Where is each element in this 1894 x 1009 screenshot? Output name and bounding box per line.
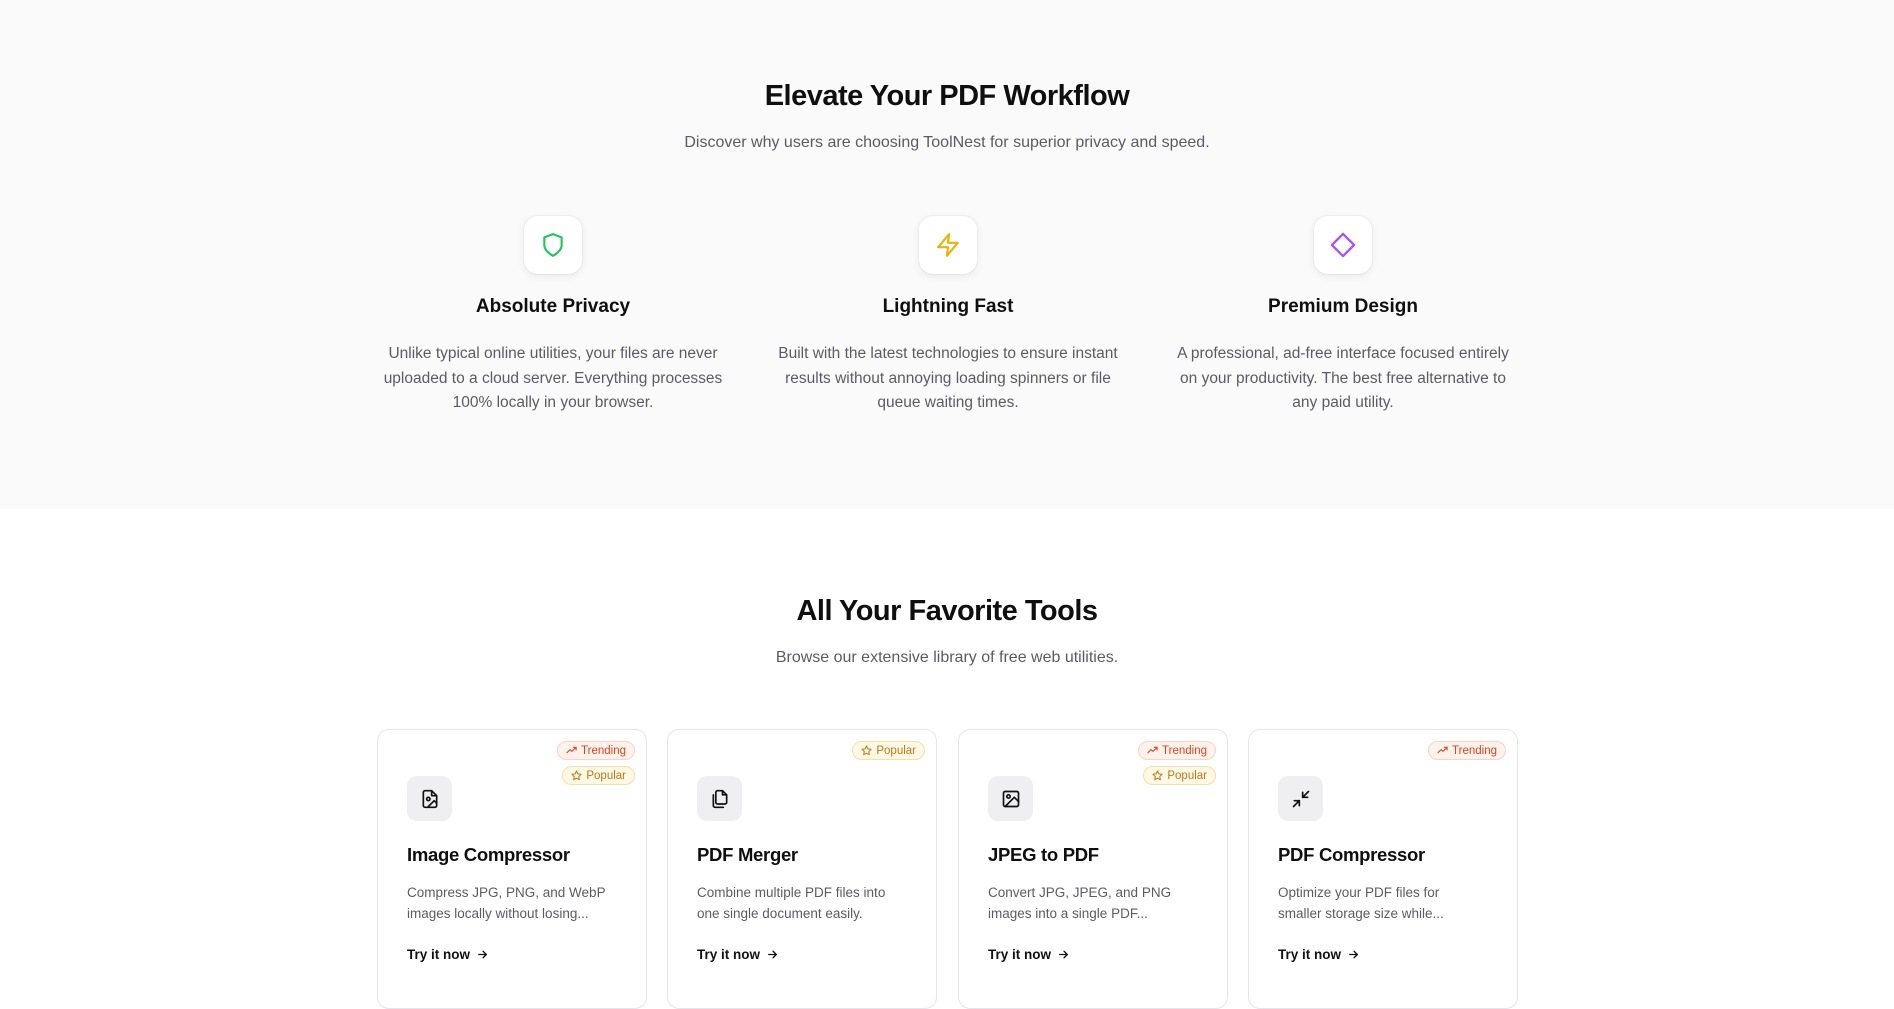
minimize-arrows-icon [1278, 776, 1323, 821]
feature-title: Premium Design [1268, 296, 1418, 317]
arrow-right-icon [1059, 950, 1068, 959]
card-title: JPEG to PDF [988, 844, 1099, 865]
star-icon [1152, 770, 1163, 781]
badge-group: Popular [852, 741, 925, 760]
feature-text: Unlike typical online utilities, your fi… [383, 345, 723, 411]
tool-card-pdf-compressor[interactable]: Trending PDF Compressor Optimize your PD… [1248, 729, 1518, 1009]
arrow-right-icon [478, 950, 487, 959]
feature-text: A professional, ad-free interface focuse… [1177, 345, 1509, 411]
features-section: Elevate Your PDF Workflow Discover why u… [0, 0, 1894, 509]
link-label: Try it now [1278, 947, 1342, 962]
feature-speed: Lightning Fast Built with the latest tec… [773, 216, 1123, 416]
card-description: Convert JPG, JPEG, and PNG images into a… [988, 885, 1172, 921]
link-label: Try it now [697, 947, 761, 962]
card-title: Image Compressor [407, 844, 570, 865]
image-file-icon [407, 776, 452, 821]
card-title: PDF Compressor [1278, 844, 1425, 865]
feature-title: Lightning Fast [882, 296, 1014, 317]
card-description: Compress JPG, PNG, and WebP images local… [407, 885, 606, 921]
popular-badge: Popular [1143, 766, 1216, 785]
badge-group: Trending Popular [1138, 741, 1216, 785]
arrow-right-icon [1349, 950, 1358, 959]
feature-title: Absolute Privacy [475, 296, 631, 317]
shield-icon [524, 216, 582, 274]
tool-card-jpeg-to-pdf[interactable]: Trending Popular JPEG to PDF Convert JPG… [958, 729, 1228, 1009]
try-it-now-link[interactable]: Try it now [697, 947, 779, 962]
badge-label: Trending [581, 744, 626, 757]
card-description: Combine multiple PDF files into one sing… [697, 885, 886, 921]
trending-badge: Trending [557, 741, 635, 760]
tool-card-pdf-merger[interactable]: Popular PDF Merger Combine multiple PDF … [667, 729, 937, 1009]
tools-title: All Your Favorite Tools [796, 595, 1098, 627]
trending-badge: Trending [1428, 741, 1506, 760]
tool-card-image-compressor[interactable]: Trending Popular Image Compressor Compre… [377, 729, 647, 1009]
badge-label: Popular [1167, 769, 1207, 782]
badge-label: Popular [586, 769, 626, 782]
features-title: Elevate Your PDF Workflow [764, 80, 1130, 112]
link-label: Try it now [988, 947, 1052, 962]
arrow-right-icon [768, 950, 777, 959]
tools-subtitle: Browse our extensive library of free web… [775, 649, 1119, 666]
popular-badge: Popular [852, 741, 925, 760]
badge-label: Trending [1162, 744, 1207, 757]
card-title: PDF Merger [697, 844, 798, 865]
badge-label: Trending [1452, 744, 1497, 757]
features-subtitle: Discover why users are choosing ToolNest… [684, 134, 1210, 151]
badge-group: Trending [1428, 741, 1506, 760]
trending-icon [1437, 746, 1448, 754]
popular-badge: Popular [562, 766, 635, 785]
feature-text: Built with the latest technologies to en… [778, 345, 1118, 411]
card-description: Optimize your PDF files for smaller stor… [1278, 885, 1444, 921]
star-icon [571, 770, 582, 781]
trending-icon [566, 746, 577, 754]
try-it-now-link[interactable]: Try it now [407, 947, 489, 962]
try-it-now-link[interactable]: Try it now [988, 947, 1070, 962]
badge-group: Trending Popular [557, 741, 635, 785]
link-label: Try it now [407, 947, 471, 962]
image-icon [988, 776, 1033, 821]
try-it-now-link[interactable]: Try it now [1278, 947, 1360, 962]
star-icon [861, 745, 872, 756]
trending-badge: Trending [1138, 741, 1216, 760]
feature-design: Premium Design A professional, ad-free i… [1168, 216, 1518, 416]
copy-files-icon [697, 776, 742, 821]
lightning-icon [919, 216, 977, 274]
feature-privacy: Absolute Privacy Unlike typical online u… [378, 216, 728, 416]
badge-label: Popular [876, 744, 916, 757]
diamond-icon [1314, 216, 1372, 274]
trending-icon [1147, 746, 1158, 754]
